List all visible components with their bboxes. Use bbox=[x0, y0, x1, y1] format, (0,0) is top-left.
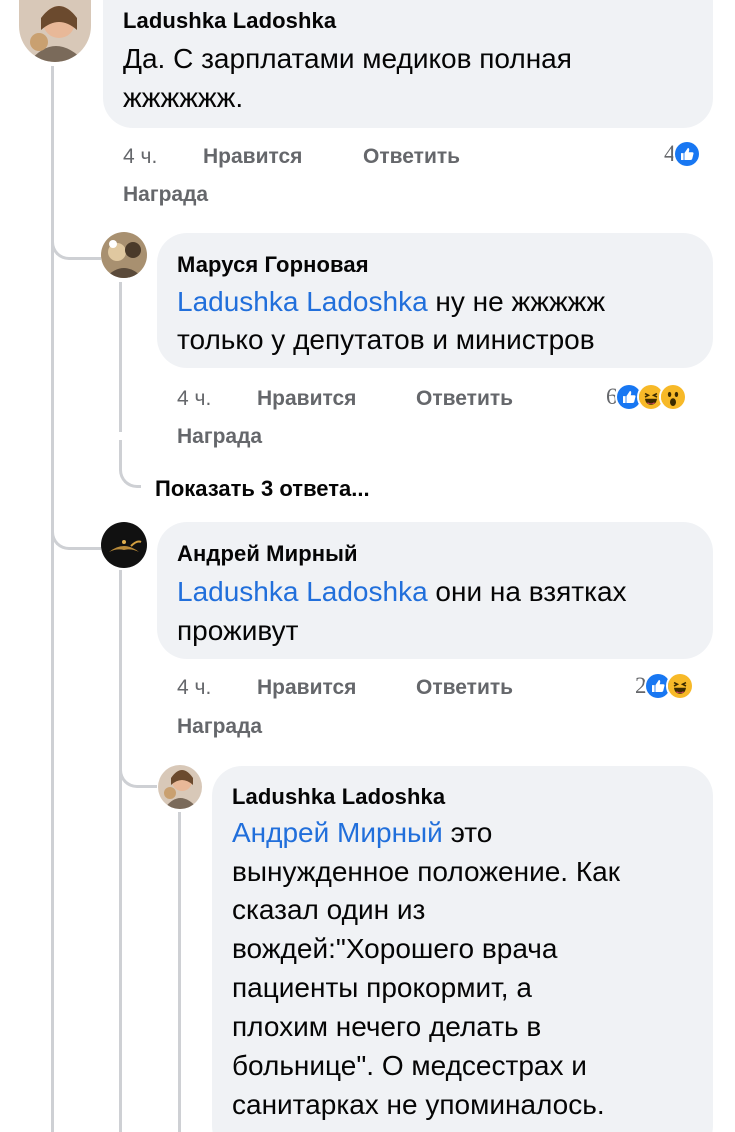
comment-text-line: сказал один из bbox=[232, 894, 426, 925]
reply-button[interactable]: Ответить bbox=[416, 676, 513, 700]
avatar-photo-icon bbox=[158, 765, 202, 809]
award-button[interactable]: Награда bbox=[123, 183, 208, 207]
reactions-summary[interactable]: 4 bbox=[664, 139, 701, 169]
avatar[interactable] bbox=[19, 0, 91, 62]
comment-text-line: санитарках не упоминалось. bbox=[232, 1089, 605, 1120]
comment-text: это bbox=[442, 817, 493, 848]
comment-time[interactable]: 4 ч. bbox=[177, 676, 211, 700]
comment-text-line: только у депутатов и министров bbox=[177, 324, 595, 355]
thread-connector-show-replies bbox=[119, 440, 141, 488]
avatar[interactable] bbox=[158, 765, 202, 809]
haha-icon bbox=[665, 672, 694, 700]
mention-link[interactable]: Ladushka Ladoshka bbox=[177, 576, 428, 607]
thread-line-reply-1 bbox=[119, 282, 122, 432]
comment-text-line: больнице". О медсестрах и bbox=[232, 1050, 587, 1081]
like-button[interactable]: Нравится bbox=[203, 145, 302, 169]
like-icon bbox=[672, 140, 701, 168]
award-button[interactable]: Награда bbox=[177, 425, 262, 449]
comment-text-line: Ladushka Ladoshka они на взятках bbox=[177, 575, 627, 609]
reply-button[interactable]: Ответить bbox=[363, 145, 460, 169]
comment-text: ну не жжжжж bbox=[427, 286, 606, 317]
avatar[interactable] bbox=[101, 232, 147, 278]
comment-author[interactable]: Ladushka Ladoshka bbox=[232, 784, 445, 810]
avatar-photo-icon bbox=[19, 0, 91, 62]
mention-link[interactable]: Ladushka Ladoshka bbox=[177, 286, 428, 317]
comment-text-line: проживут bbox=[177, 615, 299, 646]
wow-icon bbox=[658, 383, 687, 411]
avatar-photo-icon bbox=[101, 522, 147, 568]
thread-line-reply-3 bbox=[178, 812, 181, 1132]
comment-text-line: Андрей Мирный это bbox=[232, 816, 492, 850]
comment-text-line: Да. С зарплатами медиков полная bbox=[123, 43, 572, 74]
award-button[interactable]: Награда bbox=[177, 715, 262, 739]
comment-text-line: Ladushka Ladoshka ну не жжжжж bbox=[177, 285, 605, 319]
thread-connector-3 bbox=[119, 740, 157, 788]
comment-text-line: пациенты прокормит, а bbox=[232, 972, 532, 1003]
avatar-photo-icon bbox=[101, 232, 147, 278]
comment-text-line: вождей:"Хорошего врача bbox=[232, 933, 558, 964]
thread-line-reply-2 bbox=[119, 570, 122, 1132]
comment-time[interactable]: 4 ч. bbox=[123, 145, 157, 169]
like-button[interactable]: Нравится bbox=[257, 387, 356, 411]
avatar[interactable] bbox=[101, 522, 147, 568]
reactions-summary[interactable]: 6 bbox=[606, 382, 687, 412]
comment-author[interactable]: Ladushka Ladoshka bbox=[123, 8, 336, 34]
thread-connector-2 bbox=[51, 505, 101, 550]
reply-button[interactable]: Ответить bbox=[416, 387, 513, 411]
reactions-summary[interactable]: 2 bbox=[635, 671, 694, 701]
like-button[interactable]: Нравится bbox=[257, 676, 356, 700]
comment-time[interactable]: 4 ч. bbox=[177, 387, 211, 411]
comment-text-line: жжжжжж. bbox=[123, 82, 244, 113]
comment-text-line: вынужденное положение. Как bbox=[232, 856, 620, 887]
comment-text-line: плохим нечего делать в bbox=[232, 1011, 542, 1042]
thread-connector-1 bbox=[51, 215, 101, 260]
comment-text: они на взятках bbox=[427, 576, 627, 607]
comment-author[interactable]: Маруся Горновая bbox=[177, 252, 369, 278]
mention-link[interactable]: Андрей Мирный bbox=[232, 817, 443, 848]
show-replies-link[interactable]: Показать 3 ответа... bbox=[155, 476, 370, 502]
comment-author[interactable]: Андрей Мирный bbox=[177, 541, 358, 567]
